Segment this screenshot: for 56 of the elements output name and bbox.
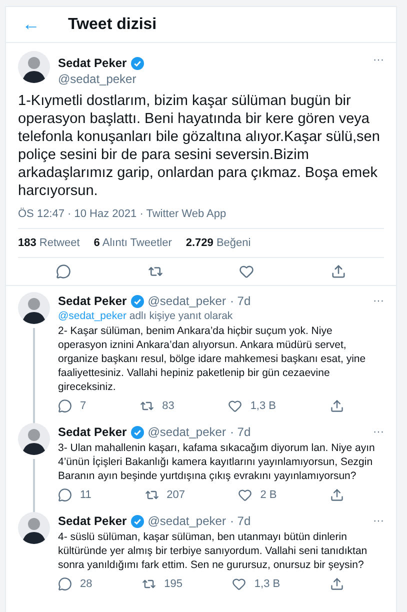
stat-link[interactable]: 183 Retweet	[18, 237, 80, 249]
like-button[interactable]	[239, 264, 254, 279]
retweet-button[interactable]: 207	[144, 488, 186, 502]
author-handle[interactable]: @sedat_peker	[148, 294, 226, 308]
retweet-icon	[144, 488, 159, 502]
reply-button[interactable]: 7	[58, 399, 86, 413]
tweet-time[interactable]: · 7d	[230, 425, 251, 439]
retweet-button[interactable]: 83	[140, 399, 174, 413]
reply-context: @sedat_peker adlı kişiye yanıt olarak	[58, 310, 234, 322]
stat-link[interactable]: 2.729 Beğeni	[186, 237, 251, 249]
author-name[interactable]: Sedat Peker	[58, 514, 127, 528]
tweet-text: 4- süslü sülüman, kaşar sülüman, ben utanmayı bütün dinlerin kültüründe yer almış bir terbiye sanıyordum. Vallahi seni tanıdıktan sonra yanıldığımı fark ettim. Sen ne gurursuz, onursuz bir şeysin?	[58, 530, 368, 572]
tweet-time[interactable]: · 7d	[230, 514, 251, 528]
author-name[interactable]: Sedat Peker	[58, 294, 127, 308]
author-name[interactable]: Sedat Peker	[58, 56, 127, 70]
share-button[interactable]	[330, 577, 344, 591]
author-handle[interactable]: @sedat_peker	[148, 425, 226, 439]
more-button[interactable]: ···	[373, 426, 384, 438]
tweet-text: 2- Kaşar sülüman, benim Ankara’da hiçbir suçum yok. Niye operasyon iznini Ankara’dan alıyorsun. Ankara müdürü servet, organize başkanı resul, bölge idare mahkemesi başkanı esat, yine faaliyettesiniz. Vallahi hepiniz paketlenip bir gün cezaevine gireceksiniz.	[58, 324, 367, 394]
author-name[interactable]: Sedat Peker	[58, 425, 127, 439]
author-handle[interactable]: @sedat_peker	[148, 514, 226, 528]
more-button[interactable]: ···	[373, 54, 384, 66]
reply-button[interactable]	[56, 264, 72, 279]
mention-link[interactable]: @sedat_peker	[58, 310, 126, 322]
heart-icon	[238, 488, 252, 502]
tweet-text: 3- Ulan mahallenin kaşarı, kafama sıkacağım diyorum lan. Niye ayın 4’ünün İçişleri Bakanlığı kamera kayıtlarını yayınlamıyorsun, Sezgin Baranın ayın beşinde yurtdışına çıkış evrakını yayınlamıyorsun?	[58, 441, 376, 483]
like-button[interactable]: 1,3 B	[228, 399, 276, 413]
avatar[interactable]	[18, 512, 50, 544]
retweet-icon	[142, 577, 156, 591]
more-button[interactable]: ···	[373, 515, 384, 527]
tweet-time[interactable]: · 7d	[230, 294, 251, 308]
avatar[interactable]	[18, 423, 50, 455]
avatar[interactable]	[18, 292, 50, 324]
speech-bubble-icon	[58, 577, 72, 591]
like-button[interactable]: 1,3 B	[232, 577, 280, 591]
share-button[interactable]	[330, 264, 346, 279]
speech-bubble-icon	[58, 399, 72, 413]
share-button[interactable]	[330, 399, 344, 413]
share-button[interactable]	[330, 488, 344, 502]
heart-icon	[228, 399, 242, 413]
stat-link[interactable]: 6 Alıntı Tweetler	[94, 237, 172, 249]
tweet-text: 1-Kıymetli dostlarım, bizim kaşar sülüman bugün bir operasyon başlattı. Beni hayatında bir kere gören veya telefonla konuşanları bile gözaltına alıyor.Kaşar sülü,sen poliçe sesini bir de para sesini seversin.Bizim arkadaşlarımız garip, onlardan para çıkmaz. Boşa emek harcıyorsun.	[18, 92, 381, 200]
retweet-button[interactable]: 195	[142, 577, 182, 591]
page-title: Tweet dizisi	[68, 16, 157, 34]
retweet-icon	[140, 399, 154, 413]
retweet-button[interactable]	[148, 264, 163, 279]
avatar[interactable]	[18, 51, 50, 83]
like-button[interactable]: 2 B	[238, 488, 277, 502]
heart-icon	[232, 577, 246, 591]
more-button[interactable]: ···	[373, 295, 384, 307]
author-handle[interactable]: @sedat_peker	[58, 72, 365, 86]
reply-button[interactable]: 28	[58, 577, 92, 591]
reply-button[interactable]: 11	[58, 488, 92, 502]
speech-bubble-icon	[58, 488, 72, 502]
back-button[interactable]: ←	[22, 14, 40, 35]
tweet-meta: ÖS 12:47 · 10 Haz 2021 · Twitter Web App	[18, 208, 226, 220]
